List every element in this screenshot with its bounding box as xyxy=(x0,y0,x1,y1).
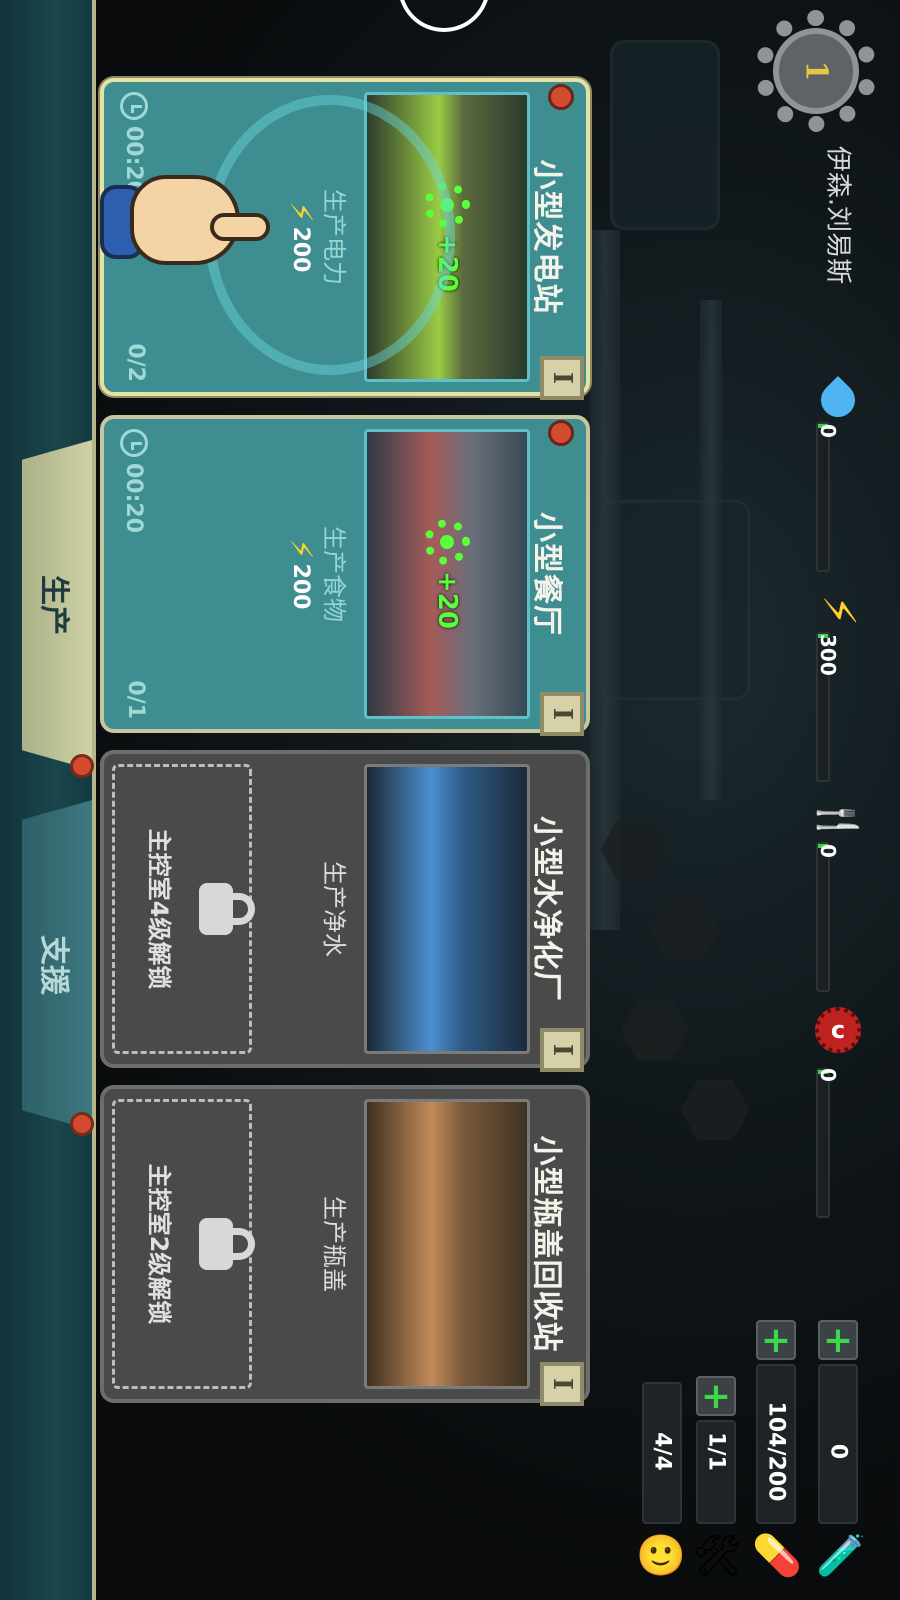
resource-water-bar xyxy=(816,422,830,572)
info-button-label: I xyxy=(546,1043,577,1057)
room-card-cap-recycler[interactable]: 小型瓶盖回收站 生产瓶盖 主控室2级解锁 xyxy=(100,1085,590,1403)
category-rail xyxy=(0,0,96,1600)
unlock-requirement: 主控室2级解锁 xyxy=(145,1163,173,1325)
game-scene: 生产 支援 小型发电站 +20 生产电力 ⚡ 200 00:20 0/2 I 小… xyxy=(0,0,900,1600)
tools-icon: 🛠 xyxy=(691,1532,743,1579)
room-preview-image: +20 xyxy=(364,429,530,719)
background-pipe xyxy=(700,300,722,800)
info-button-label: I xyxy=(546,371,577,385)
tutorial-hand-pointer-icon xyxy=(100,165,270,275)
room-card-diner[interactable]: 小型餐厅 +20 生产食物 ⚡ 200 00:20 0/1 xyxy=(100,415,590,733)
add-stimpak-button[interactable]: + xyxy=(756,1320,796,1361)
build-time: 00:20 xyxy=(120,429,148,533)
resource-food-bar xyxy=(816,842,830,992)
new-notification-dot xyxy=(548,84,574,110)
counter-stimpak-value: 104/200 xyxy=(763,1401,789,1502)
add-nuka-button[interactable]: + xyxy=(818,1320,858,1361)
lock-icon xyxy=(199,883,255,935)
vault-boy-icon: 🙂 xyxy=(636,1532,686,1579)
info-button-label: I xyxy=(546,707,577,721)
background-machine xyxy=(610,40,720,230)
room-count: 0/1 xyxy=(123,680,148,719)
room-card-water-purifier[interactable]: 小型水净化厂 生产净水 主控室4级解锁 xyxy=(100,750,590,1068)
vault-level: 1 xyxy=(798,60,834,82)
clock-icon xyxy=(120,429,148,457)
counter-dwellers: 4/4 xyxy=(642,1382,682,1524)
room-footer: 00:20 0/1 xyxy=(112,429,152,719)
nuka-bottle-icon: 🧪 xyxy=(816,1532,866,1579)
counter-nuka: 0 xyxy=(818,1364,858,1524)
counter-stimpak: 104/200 xyxy=(756,1364,796,1524)
room-cost: ⚡ 200 xyxy=(283,419,318,729)
background-hex xyxy=(650,900,720,960)
room-title: 小型瓶盖回收站 xyxy=(529,1135,564,1353)
water-drop-icon xyxy=(812,375,864,425)
player-name-text: 伊森.刘易斯 xyxy=(822,145,853,285)
vault-level-gear-icon[interactable]: 1 xyxy=(755,10,877,132)
unlock-requirement: 主控室4级解锁 xyxy=(145,828,173,990)
tab-support-notification-dot xyxy=(70,1112,94,1136)
bottle-cap-icon: c xyxy=(812,1007,864,1053)
tab-production[interactable]: 生产 xyxy=(22,440,92,770)
resource-water-value: 0 xyxy=(816,424,840,438)
build-time-value: 00:20 xyxy=(121,463,147,534)
fork-knife-icon: 🍴 xyxy=(816,796,861,844)
counter-tools-value: 1/1 xyxy=(703,1432,729,1471)
room-description: 生产食物 xyxy=(320,526,348,622)
resource-food-value: 0 xyxy=(816,844,840,858)
stimpak-icon: 💊 xyxy=(752,1532,802,1579)
player-name: 伊森.刘易斯 xyxy=(790,140,890,290)
counter-nuka-value: 0 xyxy=(825,1443,851,1460)
bonus-badge: +20 xyxy=(424,519,470,629)
room-description: 生产净水 xyxy=(320,861,348,957)
resource-power-value: 300 xyxy=(816,634,840,676)
info-button[interactable]: I xyxy=(540,1028,584,1072)
power-bolt-icon: ⚡ xyxy=(283,538,318,560)
room-title: 小型餐厅 xyxy=(529,512,564,636)
new-notification-dot xyxy=(548,420,574,446)
tab-production-label: 生产 xyxy=(36,575,71,635)
room-preview-image xyxy=(364,1099,530,1389)
room-title: 小型发电站 xyxy=(529,159,564,315)
counter-dwellers-value: 4/4 xyxy=(649,1432,675,1471)
clock-icon xyxy=(120,92,148,120)
cost-value: 200 xyxy=(288,563,313,610)
info-button[interactable]: I xyxy=(540,356,584,400)
counter-tools: 1/1 xyxy=(696,1420,736,1524)
info-button[interactable]: I xyxy=(540,1362,584,1406)
bonus-value: +20 xyxy=(432,571,462,629)
locked-overlay: 主控室2级解锁 xyxy=(112,1099,255,1389)
resource-caps-value: 0 xyxy=(816,1068,840,1082)
locked-overlay: 主控室4级解锁 xyxy=(112,764,255,1054)
vault-gear-icon xyxy=(424,519,470,566)
add-tools-button[interactable]: + xyxy=(696,1376,736,1417)
lock-icon xyxy=(199,1218,255,1270)
power-bolt-icon: ⚡ xyxy=(812,594,864,626)
tab-support-label: 支援 xyxy=(36,935,71,995)
room-title: 小型水净化厂 xyxy=(529,816,564,1002)
info-button-label: I xyxy=(546,1377,577,1391)
background-hex xyxy=(620,1000,690,1060)
room-description: 生产瓶盖 xyxy=(320,1196,348,1292)
top-circle-button[interactable] xyxy=(398,0,490,32)
background-machine xyxy=(600,500,750,700)
room-preview-image xyxy=(364,764,530,1054)
info-button[interactable]: I xyxy=(540,692,584,736)
background-hex xyxy=(680,1080,750,1140)
resource-caps-bar xyxy=(816,1068,830,1218)
tab-support[interactable]: 支援 xyxy=(22,800,92,1130)
room-count: 0/2 xyxy=(123,343,148,382)
tab-production-notification-dot xyxy=(70,754,94,778)
